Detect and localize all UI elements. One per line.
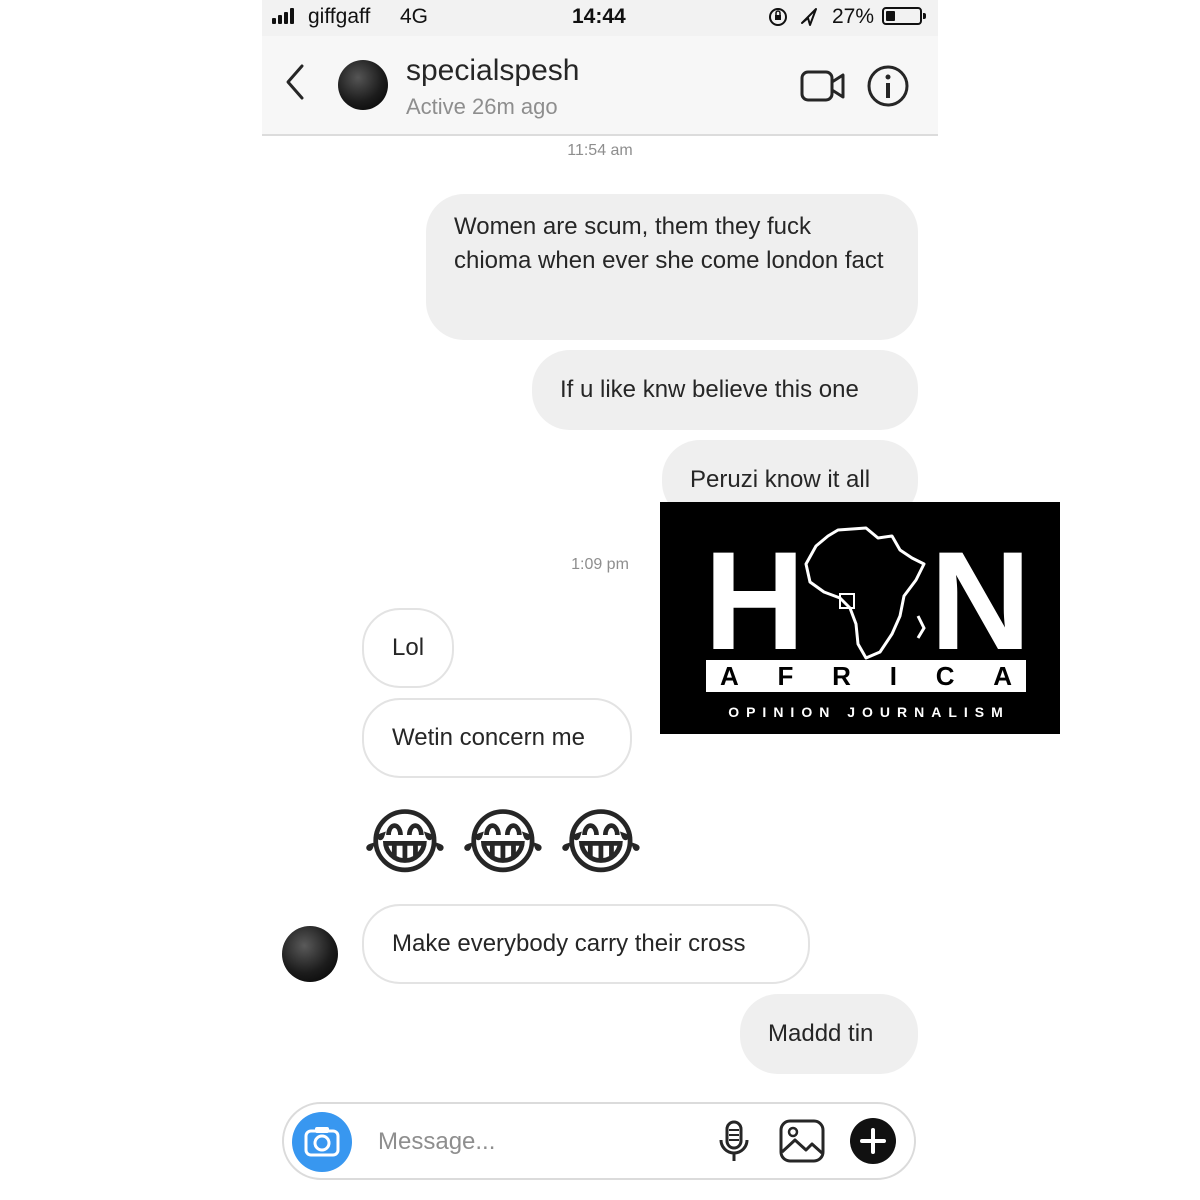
message-input[interactable] [376,1122,680,1162]
camera-button[interactable] [292,1112,352,1172]
avatar[interactable] [338,60,388,110]
incoming-message[interactable]: Make everybody carry their cross [362,904,810,984]
logo-letter: N [930,522,1032,679]
chevron-left-icon [286,64,304,100]
tears-of-joy-emoji: 😂 [558,803,644,883]
message-composer [282,1102,916,1180]
africa-map-icon [804,526,926,660]
incoming-message[interactable]: Lol [362,608,454,688]
image-icon [779,1119,825,1163]
active-status: Active 26m ago [406,94,558,119]
logo-africa-bar: A F R I C A [706,660,1026,692]
plus-icon [860,1128,886,1154]
network-type: 4G [400,5,429,28]
battery-fill [886,11,895,21]
back-button[interactable] [280,62,310,102]
outgoing-message[interactable]: Maddd tin [740,994,918,1074]
tears-of-joy-emoji: 😂 [460,803,546,883]
message-timestamp: 11:54 am [567,142,633,159]
video-call-button[interactable] [800,66,846,106]
microphone-icon [719,1120,749,1161]
incoming-emoji-message[interactable]: 😂 😂 😂 [362,800,644,886]
logo-letter: H [704,522,806,679]
camera-icon [304,1127,340,1157]
video-camera-icon [800,70,845,102]
hn-africa-watermark: H N A F R I C A OPINION JOURNALISM [660,502,1060,734]
info-icon [867,65,909,107]
signal-icon [272,8,296,24]
gallery-button[interactable] [778,1118,826,1164]
carrier-name: giffgaff [308,5,371,28]
tears-of-joy-emoji: 😂 [362,803,448,883]
rotation-lock-icon [769,8,817,26]
battery-percentage: 27% [832,5,875,28]
conversation-header: specialspesh Active 26m ago [262,36,938,136]
clock: 14:44 [572,5,626,28]
contact-username[interactable]: specialspesh [406,54,579,88]
battery-icon [882,7,926,25]
incoming-message[interactable]: Wetin concern me [362,698,632,778]
info-button[interactable] [866,64,910,108]
sender-avatar[interactable] [282,926,338,982]
outgoing-message[interactable]: If u like knw believe this one [532,350,918,430]
status-icons [768,5,824,35]
status-bar: giffgaff 4G 14:44 27% [262,0,938,36]
more-options-button[interactable] [850,1118,896,1164]
logo-tagline: OPINION JOURNALISM [728,704,1010,720]
voice-message-button[interactable] [716,1120,752,1164]
outgoing-message[interactable]: Women are scum, them they fuck chioma wh… [426,194,918,340]
